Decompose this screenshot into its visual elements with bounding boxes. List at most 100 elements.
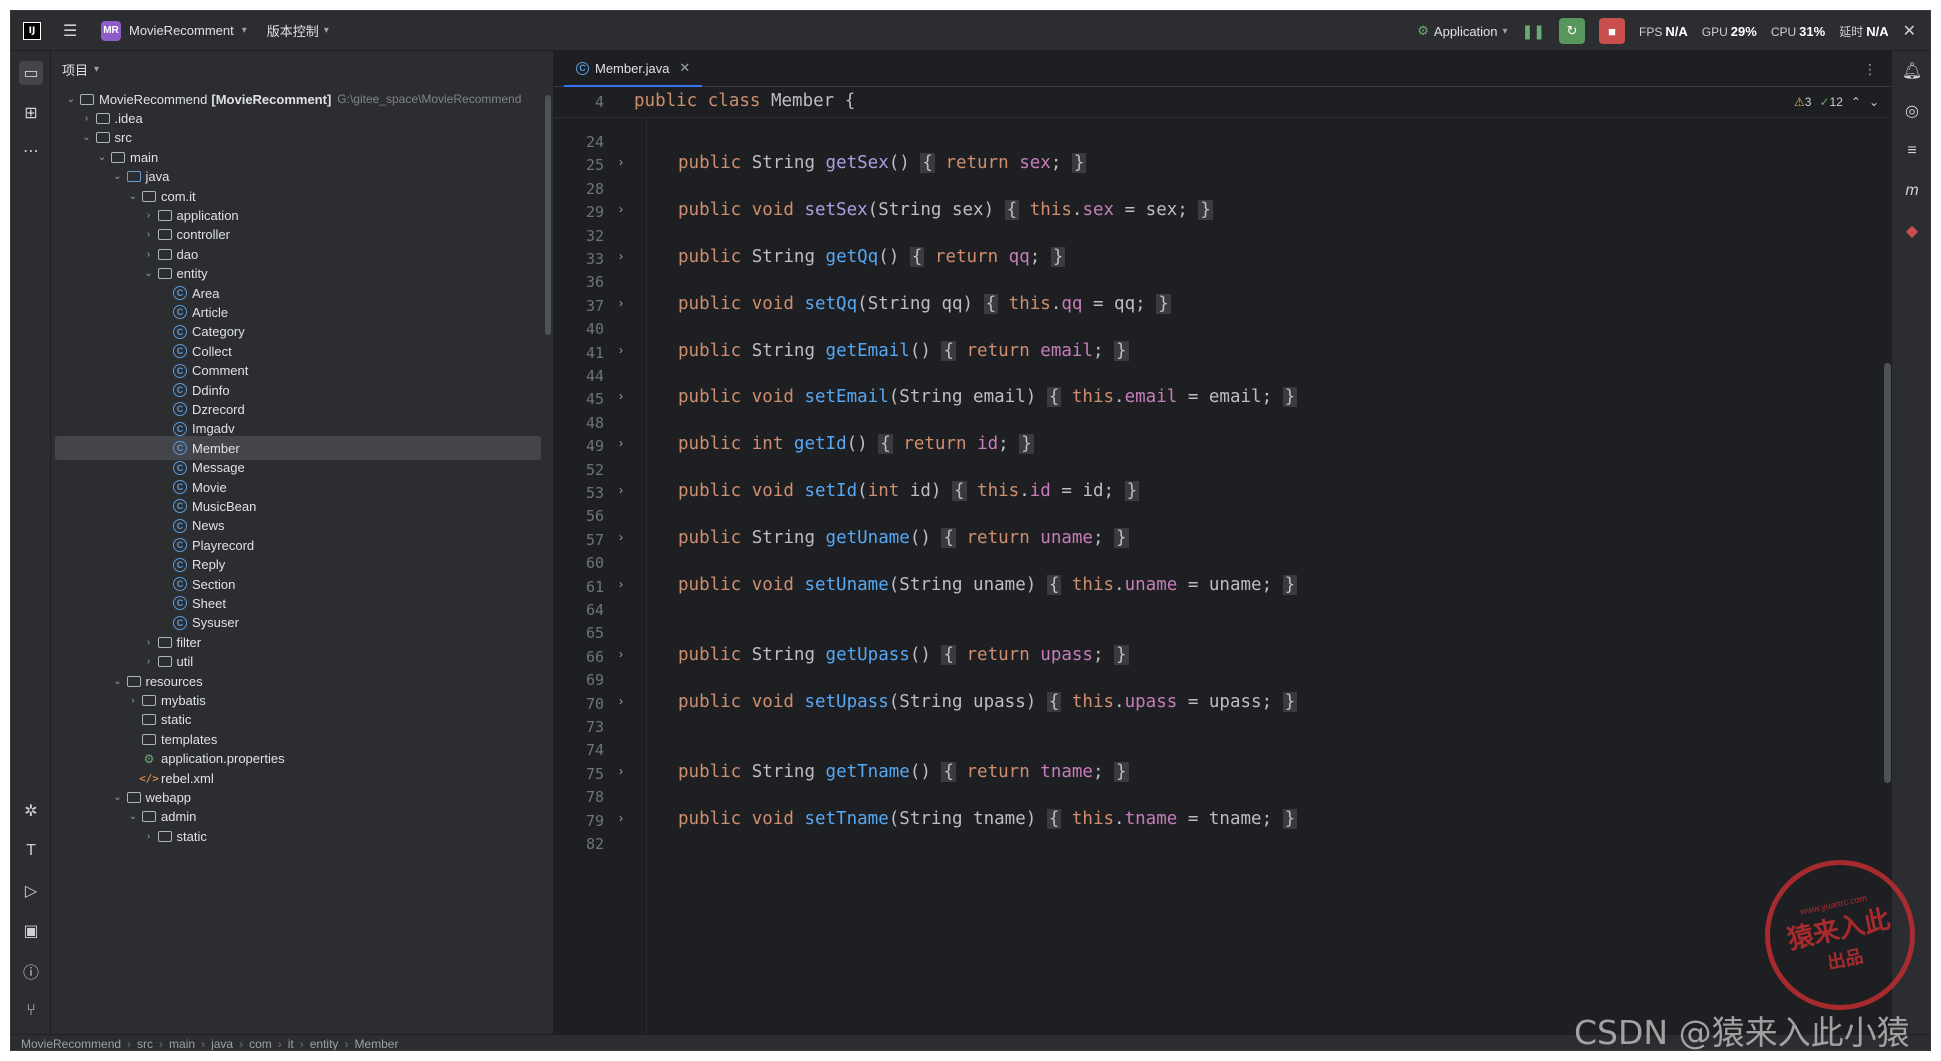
java-class-icon: C <box>172 596 188 611</box>
run-config-selector[interactable]: ⚙ Application ▾ <box>1417 23 1507 39</box>
chevron-down-icon[interactable]: ⌄ <box>1869 95 1879 109</box>
git-icon[interactable]: ⑂ <box>19 999 43 1023</box>
maven-icon[interactable]: m <box>1900 179 1924 203</box>
setter-line: public void setUname(String uname) { thi… <box>678 574 1298 595</box>
breadcrumb-item[interactable]: MovieRecommend <box>21 1037 121 1051</box>
chevron-down-icon[interactable]: ⌄ <box>125 811 141 822</box>
fold-expand-icon[interactable]: › <box>619 296 623 310</box>
line-number: 45 <box>585 390 604 409</box>
latency-indicator: 延时 N/A <box>1839 23 1889 39</box>
chevron-down-icon[interactable]: ⌄ <box>94 152 110 163</box>
breadcrumb-item[interactable]: Member <box>354 1037 398 1051</box>
tab-member-java[interactable]: C Member.java ✕ <box>564 51 703 87</box>
build-hammer-icon[interactable]: T <box>19 839 43 863</box>
fold-expand-icon[interactable]: › <box>619 811 623 825</box>
line-number: 37 <box>585 296 604 315</box>
chevron-right-icon[interactable]: › <box>141 249 157 260</box>
fold-expand-icon[interactable]: › <box>619 483 623 497</box>
sticky-class-header[interactable]: 4 public class Member { <box>554 87 1891 118</box>
tree-item-label: Ddinfo <box>192 382 230 398</box>
line-number: 61 <box>585 577 604 596</box>
fold-expand-icon[interactable]: › <box>619 694 623 708</box>
line-number: 73 <box>585 718 604 736</box>
setter-line: public void setSex(String sex) { this.se… <box>678 200 1213 221</box>
chevron-right-icon[interactable]: › <box>141 229 157 240</box>
debug-icon[interactable]: ✲ <box>19 799 43 823</box>
chevron-down-icon[interactable]: ⌄ <box>110 792 126 803</box>
tree-item-label: Message <box>192 460 245 476</box>
chevron-right-icon[interactable]: › <box>141 831 157 842</box>
vcs-label: 版本控制 <box>266 24 319 39</box>
getter-line: public String getUpass() { return upass;… <box>678 644 1129 665</box>
notifications-bell-icon[interactable]: 🔔︎ <box>1900 59 1924 83</box>
breadcrumb-item[interactable]: main <box>169 1037 195 1051</box>
database-icon[interactable]: ≡ <box>1900 139 1924 163</box>
tree-item-label: Comment <box>192 363 249 379</box>
problems-icon[interactable]: ⓘ <box>19 959 43 983</box>
ai-assistant-icon[interactable]: ◎ <box>1900 99 1924 123</box>
chevron-right-icon[interactable]: › <box>141 637 157 648</box>
tree-item-label: Sheet <box>192 595 226 611</box>
main-menu-icon[interactable]: ☰ <box>63 21 81 41</box>
fold-expand-icon[interactable]: › <box>619 647 623 661</box>
chevron-right-icon[interactable]: › <box>79 113 95 124</box>
tree-item-label: resources <box>145 673 203 689</box>
breadcrumb-item[interactable]: entity <box>310 1037 339 1051</box>
terminal-icon[interactable]: ▣ <box>19 919 43 943</box>
chevron-down-icon[interactable]: ⌄ <box>125 191 141 202</box>
breadcrumb-item[interactable]: com <box>249 1037 272 1051</box>
run-config-label: Application <box>1433 23 1498 39</box>
fold-expand-icon[interactable]: › <box>619 155 623 169</box>
setter-line: public void setId(int id) { this.id = id… <box>678 481 1140 501</box>
line-number: 52 <box>585 460 604 479</box>
java-class-icon: C <box>172 344 188 359</box>
fold-expand-icon[interactable]: › <box>619 202 623 216</box>
fold-expand-icon[interactable]: › <box>619 343 623 357</box>
properties-file-icon: ⚙ <box>143 751 155 766</box>
breadcrumb-item[interactable]: src <box>137 1037 153 1051</box>
folder-icon <box>126 790 142 804</box>
folder-icon <box>141 693 157 707</box>
chevron-down-icon[interactable]: ⌄ <box>110 171 126 182</box>
breadcrumb-item[interactable]: it <box>288 1037 294 1051</box>
project-folder-icon[interactable]: ▭ <box>19 61 43 85</box>
rerun-button[interactable]: ↻ <box>1559 18 1586 44</box>
fold-expand-icon[interactable]: › <box>619 530 623 544</box>
breadcrumb-item[interactable]: java <box>211 1037 233 1051</box>
tree-item-static[interactable]: › static <box>51 824 553 848</box>
chevron-right-icon[interactable]: › <box>141 210 157 221</box>
fold-expand-icon[interactable]: › <box>619 764 623 778</box>
intellij-logo-icon[interactable]: IJ <box>23 21 41 40</box>
chevron-up-icon[interactable]: ⌃ <box>1851 95 1861 109</box>
project-scrollbar[interactable] <box>545 95 551 335</box>
folder-icon <box>157 228 173 242</box>
chevron-right-icon[interactable]: › <box>125 695 141 706</box>
chevron-down-icon: ▾ <box>323 25 329 36</box>
chevron-down-icon[interactable]: ⌄ <box>79 132 95 143</box>
project-switcher[interactable]: MR MovieRecomment ▾ <box>101 20 247 41</box>
chevron-down-icon[interactable]: ⌄ <box>63 94 79 105</box>
fold-expand-icon[interactable]: › <box>619 249 623 263</box>
editor-tabs: C Member.java ✕ ⋮ <box>554 51 1891 87</box>
structure-icon[interactable]: ⊞ <box>19 101 43 125</box>
chevron-down-icon[interactable]: ⌄ <box>110 676 126 687</box>
stop-button[interactable]: ■ <box>1599 18 1626 44</box>
plugin-bird-icon[interactable]: ◆ <box>1900 219 1924 243</box>
run-icon[interactable]: ▷ <box>19 879 43 903</box>
chevron-down-icon[interactable]: ⌄ <box>141 268 157 279</box>
project-panel-header[interactable]: 项目 ▾ <box>51 51 553 87</box>
editor-scrollbar[interactable] <box>1884 363 1891 783</box>
more-vertical-icon[interactable]: ⋮ <box>1863 61 1877 78</box>
fold-expand-icon[interactable]: › <box>619 389 623 403</box>
pause-icon[interactable]: ❚❚ <box>1522 23 1545 40</box>
vcs-menu[interactable]: 版本控制 ▾ <box>267 21 329 40</box>
more-tools-icon[interactable]: ⋯ <box>19 139 43 163</box>
chevron-right-icon[interactable]: › <box>141 656 157 667</box>
check-count: 12 <box>1829 95 1843 109</box>
line-number: 82 <box>585 835 604 853</box>
fold-expand-icon[interactable]: › <box>619 577 623 591</box>
fold-expand-icon[interactable]: › <box>619 436 623 450</box>
inspection-widget[interactable]: ⚠3 ✓12 ⌃ ⌄ <box>1794 95 1879 109</box>
close-icon[interactable]: ✕ <box>679 60 690 76</box>
close-icon[interactable]: ✕ <box>1903 21 1916 41</box>
